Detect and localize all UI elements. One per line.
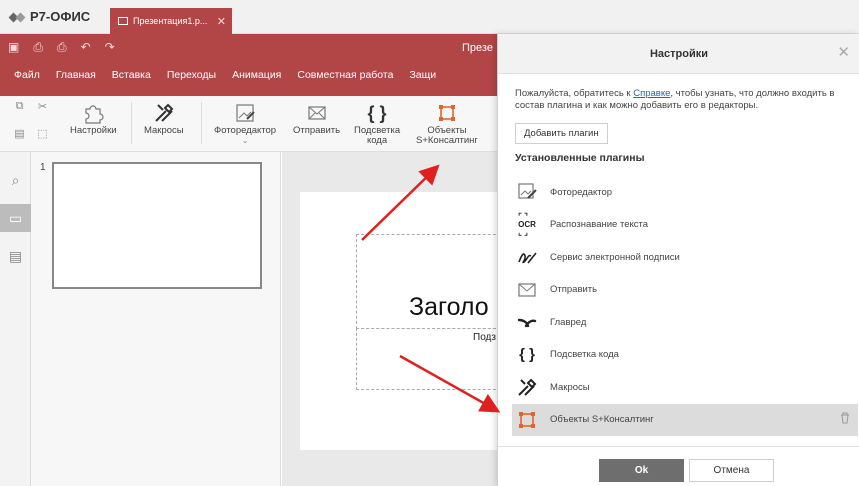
photo-editor-label: Фоторедактор	[214, 125, 277, 136]
redo-icon[interactable]: ↷	[105, 40, 115, 55]
dialog-footer: Ok Отмена	[498, 446, 859, 486]
close-tab-icon[interactable]: ✕	[217, 15, 226, 28]
ocr-icon: ⌜ ⌝ OCR ⌞ ⌟	[518, 211, 536, 237]
glavred-icon	[514, 310, 540, 334]
subtitle-placeholder[interactable]: Подз	[356, 328, 506, 390]
toolbar-divider	[131, 102, 132, 144]
dialog-title: Настройки	[649, 48, 709, 60]
app-window: Р7-ОФИС Презентация1.p... ✕ ▣ ⎙ ⎙ ↶ ↷ Пр…	[0, 0, 859, 486]
send-label: Отправить	[293, 125, 341, 136]
help-link[interactable]: Справке	[633, 88, 670, 99]
signature-icon	[514, 245, 540, 269]
menu-transitions[interactable]: Переходы	[159, 69, 224, 81]
trash-icon[interactable]	[840, 412, 850, 427]
tools-icon	[514, 375, 540, 399]
document-tab-label: Презентация1.p...	[133, 16, 208, 26]
toolbar-divider	[201, 102, 202, 144]
settings-dialog: Настройки ✕ Пожалуйста, обратитесь к Спр…	[497, 34, 859, 486]
cancel-button[interactable]: Отмена	[689, 459, 774, 482]
tools-icon	[150, 102, 178, 124]
slides-panel-icon[interactable]: ▭	[0, 204, 31, 232]
envelope-icon	[303, 102, 331, 124]
photo-editor-button[interactable]: Фоторедактор ⌄	[214, 102, 276, 146]
comments-icon[interactable]: ▤	[0, 242, 31, 270]
bounding-box-icon	[433, 102, 461, 124]
code-highlight-button[interactable]: { } Подсветка кода	[354, 102, 400, 146]
dialog-header: Настройки ✕	[498, 34, 859, 74]
photo-editor-icon	[231, 102, 259, 124]
slide-subtitle: Подз	[473, 332, 496, 343]
search-icon[interactable]: ⌕	[0, 166, 31, 194]
quick-access: ▣ ⎙ ⎙ ↶ ↷	[8, 40, 115, 55]
quick-print-icon[interactable]: ⎙	[57, 40, 67, 55]
menu-insert[interactable]: Вставка	[104, 69, 159, 81]
menu-protection[interactable]: Защи	[401, 69, 444, 81]
objects-button[interactable]: Объекты S+Консалтинг	[416, 102, 478, 146]
plugin-item[interactable]: Сервис электронной подписи	[512, 241, 858, 274]
undo-icon[interactable]: ↶	[81, 40, 91, 55]
plugin-item[interactable]: { } Подсветка кода	[512, 339, 858, 372]
plugin-label: Главред	[550, 316, 587, 328]
copy-icon[interactable]: ⧉	[8, 100, 31, 113]
paste-icon[interactable]: ▤	[8, 127, 31, 140]
app-logo: Р7-ОФИС	[10, 9, 90, 24]
plugin-label: Объекты S+Консалтинг	[550, 414, 654, 426]
plugin-label: Фоторедактор	[550, 186, 613, 198]
plugin-item[interactable]: ⌜ ⌝ OCR ⌞ ⌟ Распознавание текста	[512, 209, 858, 242]
menu-home[interactable]: Главная	[48, 69, 104, 81]
plugin-label: Сервис электронной подписи	[550, 251, 680, 263]
menu-file[interactable]: Файл	[6, 69, 48, 81]
plugin-label: Отправить	[550, 284, 598, 296]
title-bar: Р7-ОФИС Презентация1.p... ✕	[0, 0, 859, 34]
add-plugin-button[interactable]: Добавить плагин	[515, 123, 608, 144]
document-tab[interactable]: Презентация1.p... ✕	[110, 8, 232, 34]
macros-button[interactable]: Макросы	[144, 102, 184, 136]
title-placeholder[interactable]: Заголо	[356, 234, 506, 329]
braces-icon: { }	[367, 103, 387, 123]
menu-animation[interactable]: Анимация	[224, 69, 289, 81]
envelope-icon	[514, 278, 540, 302]
plugin-item[interactable]: Фоторедактор	[512, 176, 858, 209]
cut-icon[interactable]: ✂	[31, 100, 54, 113]
installed-plugins-heading: Установленные плагины	[515, 152, 645, 164]
slide-title: Заголо	[409, 293, 489, 321]
select-icon[interactable]: ⬚	[31, 127, 54, 140]
logo-icon	[10, 11, 26, 23]
braces-icon: { }	[519, 346, 535, 364]
settings-button[interactable]: Настройки	[70, 102, 117, 136]
print-icon[interactable]: ⎙	[33, 40, 43, 55]
document-title: Презе	[462, 42, 493, 54]
close-icon[interactable]: ✕	[837, 43, 850, 61]
photo-editor-icon	[514, 180, 540, 204]
dialog-info-text: Пожалуйста, обратитесь к Справке, чтобы …	[515, 88, 850, 112]
chevron-down-icon[interactable]: ⌄	[242, 136, 249, 146]
menu-collaboration[interactable]: Совместная работа	[289, 69, 401, 81]
macros-label: Макросы	[144, 125, 184, 136]
plugin-item[interactable]: Макросы	[512, 371, 858, 404]
clipboard-group: ⧉ ✂ ▤ ⬚	[8, 100, 54, 140]
presentation-icon	[118, 17, 128, 25]
code-highlight-label-2: кода	[366, 135, 388, 146]
plugin-label: Распознавание текста	[550, 219, 649, 231]
info-text-start: Пожалуйста, обратитесь к	[515, 88, 634, 99]
plugin-item-selected[interactable]: Объекты S+Консалтинг	[512, 403, 858, 436]
send-button[interactable]: Отправить	[293, 102, 340, 136]
left-rail: ⌕ ▭ ▤	[0, 152, 31, 486]
slide-thumbnail[interactable]	[52, 162, 262, 289]
save-icon[interactable]: ▣	[8, 40, 19, 55]
slide-number: 1	[40, 162, 46, 173]
plugin-item[interactable]: Главред	[512, 306, 858, 339]
objects-label-2: S+Консалтинг	[416, 135, 478, 146]
plugin-label: Подсветка кода	[550, 349, 619, 361]
plugin-item[interactable]: Отправить	[512, 274, 858, 307]
puzzle-icon	[79, 102, 107, 124]
menu-bar: Файл Главная Вставка Переходы Анимация С…	[6, 69, 444, 81]
settings-label: Настройки	[70, 125, 117, 136]
bounding-box-icon	[514, 408, 540, 432]
plugin-list: Фоторедактор ⌜ ⌝ OCR ⌞ ⌟ Распознавание тек…	[512, 176, 858, 436]
ok-button[interactable]: Ok	[599, 459, 684, 482]
plugin-label: Макросы	[550, 381, 590, 393]
app-name: Р7-ОФИС	[30, 9, 91, 24]
